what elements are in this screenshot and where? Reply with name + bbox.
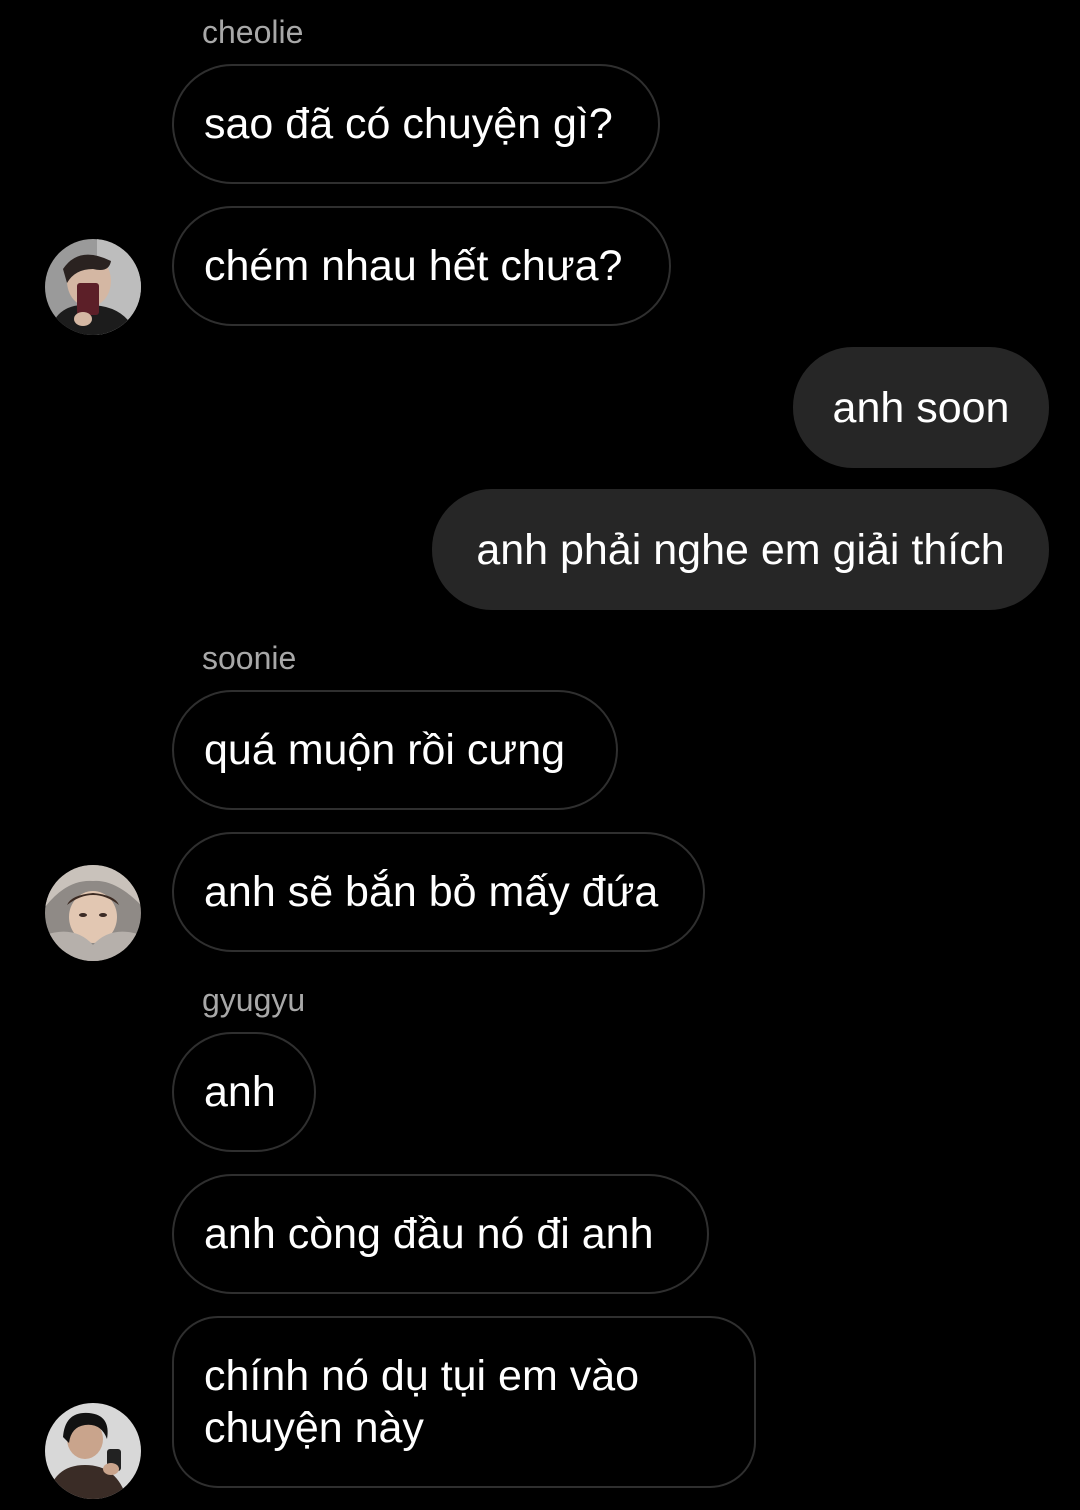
message-text: quá muộn rồi cưng xyxy=(204,726,566,774)
message-text-line: chuyện này xyxy=(204,1404,424,1452)
message-text: anh còng đầu nó đi anh xyxy=(204,1210,654,1258)
avatar-photo-icon xyxy=(45,1403,141,1499)
message-bubble-incoming[interactable]: anh xyxy=(172,1032,316,1152)
message-text: anh xyxy=(204,1068,276,1116)
sender-name-gyugyu: gyugyu xyxy=(202,982,306,1018)
message-text: anh phải nghe em giải thích xyxy=(476,525,1005,574)
message-bubble-outgoing[interactable]: anh phải nghe em giải thích xyxy=(432,489,1049,610)
message-text: sao đã có chuyện gì? xyxy=(204,100,613,148)
sender-name-cheolie: cheolie xyxy=(202,14,304,50)
avatar-cheolie[interactable] xyxy=(45,239,141,335)
message-text: chém nhau hết chưa? xyxy=(204,242,623,290)
message-bubble-outgoing[interactable]: anh soon xyxy=(793,347,1049,468)
message-bubble-incoming[interactable]: quá muộn rồi cưng xyxy=(172,690,618,810)
avatar-photo-icon xyxy=(45,239,141,335)
sender-name-soonie: soonie xyxy=(202,640,297,676)
message-bubble-incoming[interactable]: chém nhau hết chưa? xyxy=(172,206,671,326)
avatar-soonie[interactable] xyxy=(45,865,141,961)
chat-thread: cheolie sao đã có chuyện gì? chém nhau h… xyxy=(0,0,1080,1510)
avatar-photo-icon xyxy=(45,865,141,961)
message-bubble-incoming[interactable]: anh còng đầu nó đi anh xyxy=(172,1174,709,1294)
message-bubble-incoming[interactable]: sao đã có chuyện gì? xyxy=(172,64,660,184)
message-text: anh sẽ bắn bỏ mấy đứa xyxy=(204,868,659,916)
message-text-line: chính nó dụ tụi em vào xyxy=(204,1352,640,1400)
message-text: anh soon xyxy=(832,383,1010,432)
message-bubble-incoming[interactable]: anh sẽ bắn bỏ mấy đứa xyxy=(172,832,705,952)
avatar-gyugyu[interactable] xyxy=(45,1403,141,1499)
message-bubble-incoming[interactable]: chính nó dụ tụi em vào chuyện này xyxy=(172,1316,756,1488)
